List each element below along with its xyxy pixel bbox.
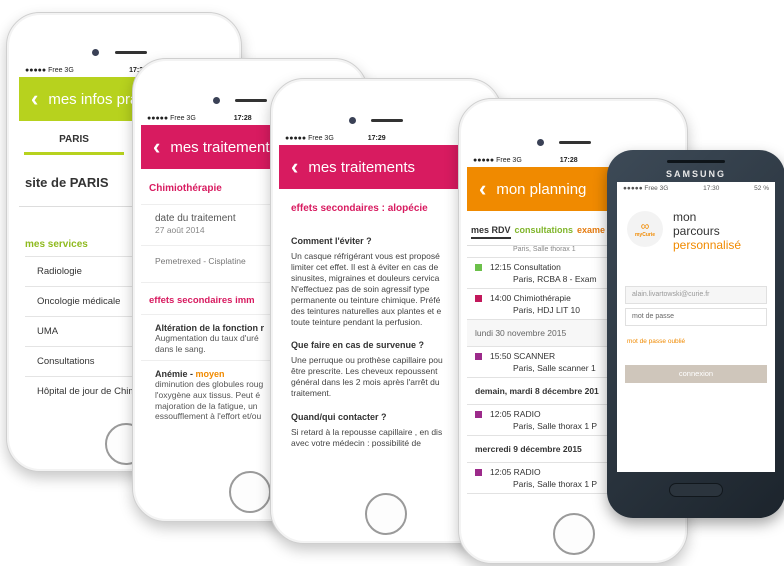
status-bar: ●●●●● Free 3G 17:30 52 % bbox=[617, 182, 775, 195]
back-icon[interactable]: ‹ bbox=[479, 178, 486, 200]
tab-consultations[interactable]: consultations bbox=[515, 225, 574, 239]
nav-title: mes infos pra bbox=[48, 90, 139, 108]
side-effect-name: Anémie - bbox=[155, 369, 196, 380]
tab-examens[interactable]: exame bbox=[577, 225, 605, 239]
phone-camera bbox=[92, 49, 99, 56]
login-button[interactable]: connexion bbox=[625, 365, 767, 384]
logo-text: myCurie bbox=[634, 232, 655, 238]
home-button[interactable] bbox=[229, 471, 271, 513]
carrier-label: ●●●●● Free 3G bbox=[147, 114, 196, 122]
title-line: personnalisé bbox=[673, 237, 742, 252]
phone-speaker bbox=[667, 160, 725, 163]
carrier-label: ●●●●● Free 3G bbox=[623, 185, 669, 192]
back-icon[interactable]: ‹ bbox=[31, 88, 38, 110]
time-label: 17:29 bbox=[367, 134, 386, 142]
back-icon[interactable]: ‹ bbox=[153, 136, 160, 158]
home-button[interactable] bbox=[669, 483, 723, 497]
severity-level: moyen bbox=[195, 369, 225, 380]
phone-speaker bbox=[559, 141, 591, 144]
treatment-marker-icon bbox=[475, 295, 482, 303]
carrier-label: ●●●●● Free 3G bbox=[473, 156, 522, 164]
consultation-marker-icon bbox=[475, 264, 482, 272]
brand-header: ∞ myCurie mon parcours personnalisé bbox=[617, 195, 775, 252]
title-line: mon bbox=[673, 210, 697, 224]
login-screen: ●●●●● Free 3G 17:30 52 % ∞ myCurie mon p… bbox=[617, 182, 775, 472]
samsung-phone: SAMSUNG ●●●●● Free 3G 17:30 52 % ∞ myCur… bbox=[607, 150, 784, 518]
appointment-time: 12:15 Consultation bbox=[490, 262, 561, 272]
phone-speaker bbox=[235, 99, 267, 102]
appointment-time: 14:00 Chimiothérapie bbox=[490, 293, 571, 303]
time-label: 17:28 bbox=[559, 156, 578, 164]
phone-camera bbox=[537, 139, 544, 146]
time-label: 17:28 bbox=[233, 114, 252, 122]
home-button[interactable] bbox=[553, 513, 595, 555]
phone-speaker bbox=[115, 51, 147, 54]
nav-title: mon planning bbox=[496, 180, 587, 198]
home-button[interactable] bbox=[365, 493, 407, 535]
tab-paris[interactable]: PARIS bbox=[24, 121, 124, 155]
mycurie-logo: ∞ myCurie bbox=[627, 211, 663, 247]
battery-label: 52 % bbox=[754, 185, 769, 192]
tab-mes-rdv[interactable]: mes RDV bbox=[471, 225, 511, 239]
exam-marker-icon bbox=[475, 353, 482, 361]
appointment-time: 12:05 RADIO bbox=[490, 409, 541, 419]
email-field[interactable]: alain.livartowski@curie.fr bbox=[625, 286, 767, 305]
carrier-label: ●●●●● Free 3G bbox=[25, 66, 74, 74]
carrier-label: ●●●●● Free 3G bbox=[285, 134, 334, 142]
appointment-time: 12:05 RADIO bbox=[490, 467, 541, 477]
password-field[interactable]: mot de passe bbox=[625, 308, 767, 327]
exam-marker-icon bbox=[475, 469, 482, 477]
appointment-time: 15:50 SCANNER bbox=[490, 351, 556, 361]
title-line: parcours bbox=[673, 223, 720, 238]
rings-icon: ∞ bbox=[640, 219, 650, 233]
brand-label: SAMSUNG bbox=[665, 169, 726, 179]
app-title: mon parcours personnalisé bbox=[673, 210, 742, 252]
back-icon[interactable]: ‹ bbox=[291, 156, 298, 178]
phone-speaker bbox=[371, 119, 403, 122]
nav-title: mes traitements bbox=[170, 138, 278, 156]
exam-marker-icon bbox=[475, 411, 482, 419]
phone-camera bbox=[213, 97, 220, 104]
time-label: 17:30 bbox=[703, 185, 720, 192]
phone-camera bbox=[349, 117, 356, 124]
nav-title: mes traitements bbox=[308, 158, 416, 176]
forgot-password-link[interactable]: mot de passe oublié bbox=[617, 326, 775, 357]
